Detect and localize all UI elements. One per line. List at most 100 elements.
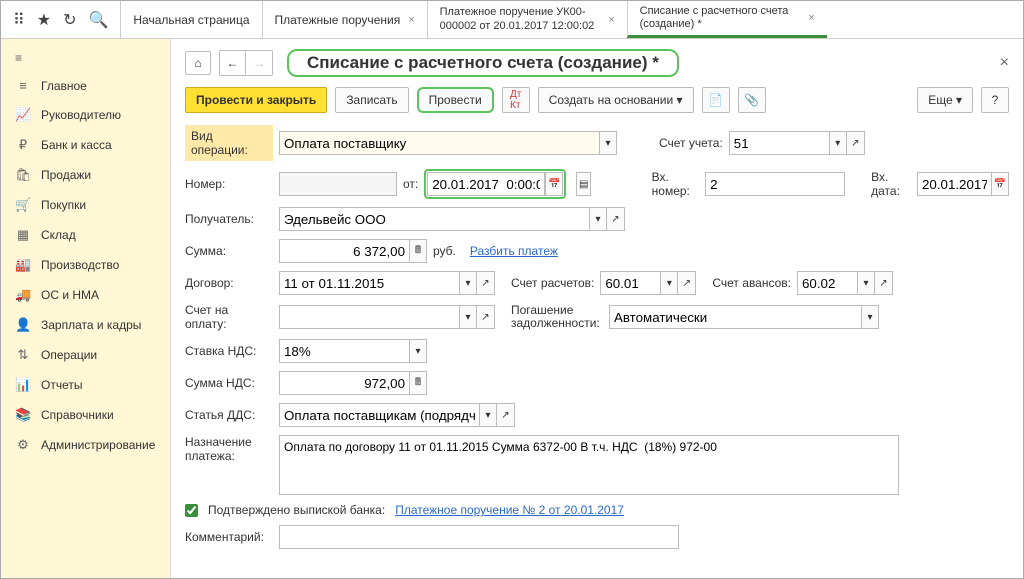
op-type-input[interactable] (279, 131, 599, 155)
debt-input[interactable] (609, 305, 861, 329)
sidebar-item-reports[interactable]: 📊Отчеты (1, 370, 170, 400)
sidebar-item-salary[interactable]: 👤Зарплата и кадры (1, 310, 170, 340)
barchart-icon: 📊 (15, 377, 31, 393)
sidebar-item-purchases[interactable]: 🛒Покупки (1, 190, 170, 220)
calendar-icon[interactable]: 📅 (991, 172, 1009, 196)
save-button[interactable]: Записать (335, 87, 408, 113)
dropdown-icon[interactable]: ▾ (857, 271, 875, 295)
dropdown-icon[interactable]: ▾ (660, 271, 678, 295)
number-input[interactable] (279, 172, 397, 196)
sidebar-item-sales[interactable]: 🛍Продажи (1, 160, 170, 190)
confirmed-link[interactable]: Платежное поручение № 2 от 20.01.2017 (395, 503, 624, 517)
open-icon[interactable]: ↗ (477, 271, 495, 295)
confirmed-checkbox[interactable] (185, 504, 198, 517)
open-icon[interactable]: ↗ (875, 271, 893, 295)
home-icon: ≡ (15, 78, 31, 93)
in-number-label: Вх. номер: (652, 170, 699, 198)
open-icon[interactable]: ↗ (497, 403, 515, 427)
tabs: Начальная страница Платежные поручения× … (120, 1, 1023, 38)
history-icon[interactable]: ↻ (63, 10, 76, 30)
apps-icon[interactable]: ⠿ (13, 10, 25, 30)
star-icon[interactable]: ★ (37, 10, 51, 30)
sidebar-item-catalogs[interactable]: 📚Справочники (1, 400, 170, 430)
create-based-button[interactable]: Создать на основании ▾ (538, 87, 694, 113)
attach-button[interactable]: 📄 (702, 87, 730, 113)
close-icon[interactable]: × (608, 14, 614, 26)
purpose-textarea[interactable] (279, 435, 899, 495)
open-icon[interactable]: ↗ (847, 131, 865, 155)
invoice-input[interactable] (279, 305, 459, 329)
tab-home[interactable]: Начальная страница (120, 1, 261, 38)
close-icon[interactable]: × (408, 14, 414, 26)
sidebar-item-admin[interactable]: ⚙Администрирование (1, 430, 170, 460)
sidebar-item-assets[interactable]: 🚚ОС и НМА (1, 280, 170, 310)
contract-input[interactable] (279, 271, 459, 295)
dropdown-icon[interactable]: ▾ (459, 305, 477, 329)
sidebar: ≡ ≡Главное 📈Руководителю ₽Банк и касса 🛍… (1, 39, 171, 578)
account-input[interactable] (729, 131, 829, 155)
sidebar-item-warehouse[interactable]: ▦Склад (1, 220, 170, 250)
extra-icon[interactable]: ▤ (576, 172, 591, 196)
clip-button[interactable]: 📎 (738, 87, 766, 113)
dropdown-icon[interactable]: ▾ (459, 271, 477, 295)
sidebar-item-manager[interactable]: 📈Руководителю (1, 100, 170, 130)
recipient-label: Получатель: (185, 212, 273, 226)
open-icon[interactable]: ↗ (477, 305, 495, 329)
close-icon[interactable]: × (808, 12, 814, 24)
calc-icon[interactable]: 🖩 (409, 371, 427, 395)
back-button[interactable]: ← (220, 51, 246, 75)
tab-payments[interactable]: Платежные поручения× (262, 1, 427, 38)
vat-sum-input[interactable] (279, 371, 409, 395)
calc-account-input[interactable] (600, 271, 660, 295)
sidebar-item-bank[interactable]: ₽Банк и касса (1, 130, 170, 160)
chart-icon: 📈 (15, 107, 31, 123)
more-button[interactable]: Еще ▾ (917, 87, 973, 113)
dt-kt-button[interactable]: ДтКт (502, 87, 530, 113)
open-icon[interactable]: ↗ (607, 207, 625, 231)
forward-button[interactable]: → (246, 51, 272, 75)
dds-input[interactable] (279, 403, 479, 427)
split-payment-link[interactable]: Разбить платеж (470, 244, 558, 258)
sum-input[interactable] (279, 239, 409, 263)
sidebar-toggle[interactable]: ≡ (1, 45, 170, 71)
dropdown-icon[interactable]: ▾ (599, 131, 617, 155)
sidebar-item-production[interactable]: 🏭Производство (1, 250, 170, 280)
tab-writeoff[interactable]: Списание с расчетного счета (создание) *… (627, 1, 827, 38)
calendar-icon[interactable]: 📅 (545, 172, 563, 196)
sidebar-item-main[interactable]: ≡Главное (1, 71, 170, 100)
advance-account-input[interactable] (797, 271, 857, 295)
in-date-input[interactable] (917, 172, 991, 196)
calc-icon[interactable]: 🖩 (409, 239, 427, 263)
dropdown-icon[interactable]: ▾ (829, 131, 847, 155)
open-icon[interactable]: ↗ (678, 271, 696, 295)
sidebar-item-operations[interactable]: ⇅Операции (1, 340, 170, 370)
bag-icon: 🛍 (15, 167, 31, 183)
factory-icon: 🏭 (15, 257, 31, 273)
comment-input[interactable] (279, 525, 679, 549)
purpose-label: Назначение платежа: (185, 435, 273, 464)
post-close-button[interactable]: Провести и закрыть (185, 87, 327, 113)
dropdown-icon[interactable]: ▾ (861, 305, 879, 329)
invoice-label: Счет на оплату: (185, 303, 273, 331)
swap-icon: ⇅ (15, 347, 31, 363)
vat-rate-input[interactable] (279, 339, 409, 363)
currency-label: руб. (433, 244, 456, 258)
date-input[interactable] (427, 172, 545, 196)
in-number-input[interactable] (705, 172, 845, 196)
grid-icon: ▦ (15, 227, 31, 243)
home-button[interactable]: ⌂ (185, 51, 211, 75)
tab-payment-doc[interactable]: Платежное поручение УК00-000002 от 20.01… (427, 1, 627, 38)
help-button[interactable]: ? (981, 87, 1009, 113)
close-button[interactable]: × (1000, 54, 1009, 72)
gear-icon: ⚙ (15, 437, 31, 453)
post-button[interactable]: Провести (417, 87, 494, 113)
dropdown-icon[interactable]: ▾ (589, 207, 607, 231)
dropdown-icon[interactable]: ▾ (479, 403, 497, 427)
number-label: Номер: (185, 177, 273, 191)
in-date-label: Вх. дата: (871, 170, 911, 198)
content: ⌂ ← → Списание с расчетного счета (созда… (171, 39, 1023, 578)
search-icon[interactable]: 🔍 (88, 10, 108, 30)
dropdown-icon[interactable]: ▾ (409, 339, 427, 363)
calc-account-label: Счет расчетов: (511, 276, 594, 290)
recipient-input[interactable] (279, 207, 589, 231)
